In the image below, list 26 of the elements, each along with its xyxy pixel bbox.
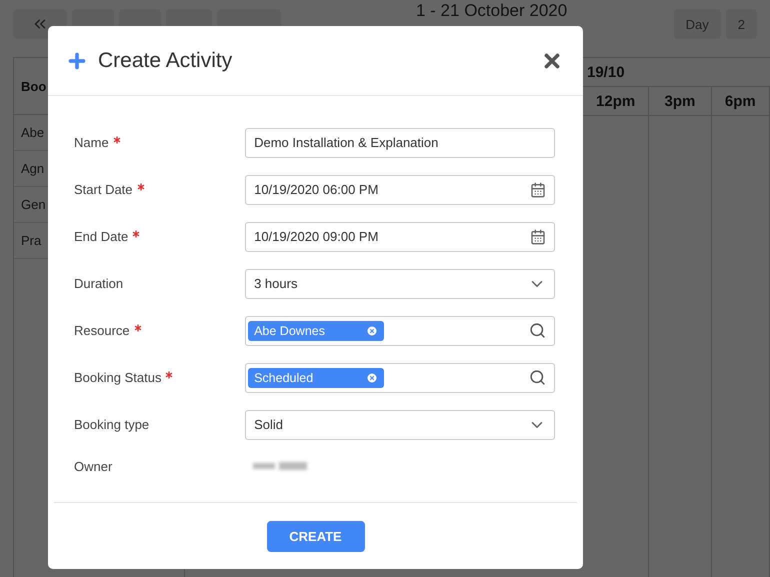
search-icon[interactable]	[529, 369, 546, 386]
date-range-title: 1 - 21 October 2020	[416, 2, 568, 20]
field-label: Resource	[74, 323, 246, 338]
create-button[interactable]: CREATE	[266, 520, 364, 552]
view-button[interactable]: Day	[674, 9, 721, 39]
field-label: Duration	[74, 276, 124, 291]
field-label: Owner	[74, 458, 114, 474]
calendar-icon[interactable]	[530, 228, 546, 244]
date-field[interactable]: 10/19/2020 06:00 PM	[245, 174, 555, 204]
remove-icon[interactable]	[366, 324, 378, 336]
lookup-field[interactable]: Abe Downes	[245, 316, 555, 346]
view-button[interactable]: 2	[726, 9, 757, 39]
selected-tag[interactable]: Scheduled	[248, 368, 384, 388]
selected-tag[interactable]: Abe Downes	[248, 320, 384, 340]
time-header: 6pm	[712, 87, 770, 115]
search-icon[interactable]	[529, 322, 546, 339]
time-header: 3pm	[649, 87, 712, 115]
dropdown-field[interactable]: Solid	[245, 410, 555, 440]
name-field[interactable]: Demo Installation & Explanation	[245, 128, 555, 158]
calendar-icon[interactable]	[530, 182, 546, 198]
remove-icon[interactable]	[366, 372, 378, 384]
date-field[interactable]: 10/19/2020 09:00 PM	[245, 222, 555, 252]
field-label: Booking Status	[74, 370, 246, 385]
lookup-field[interactable]: Scheduled	[245, 362, 555, 392]
field-label: Booking type	[74, 417, 150, 432]
dropdown-field[interactable]: 3 hours	[245, 268, 555, 298]
